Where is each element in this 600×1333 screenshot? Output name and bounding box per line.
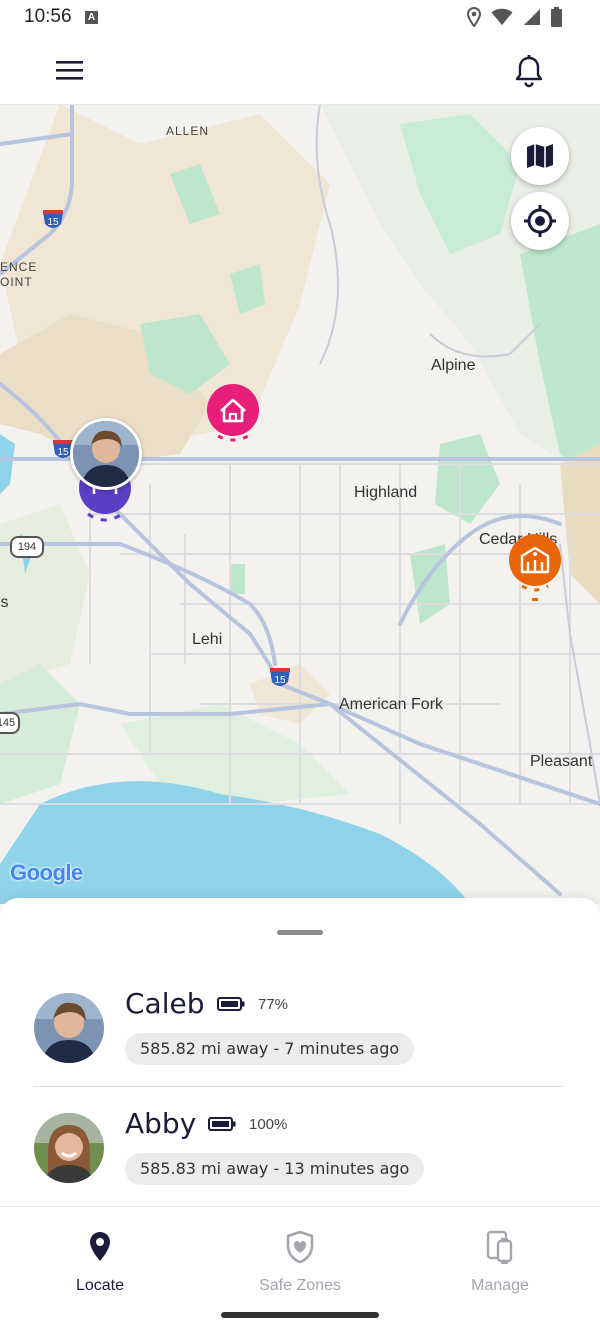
home-icon <box>207 384 259 442</box>
nav-label: Manage <box>471 1277 529 1294</box>
nav-label: Locate <box>75 1277 125 1294</box>
map-label-american-fork: American Fork <box>339 696 444 713</box>
status-time: 10:56 <box>24 6 72 27</box>
battery-icon <box>208 1117 236 1131</box>
location-icon <box>467 7 481 27</box>
i15-shield: 15 <box>270 668 290 686</box>
map-label-oint: OINT <box>0 275 33 289</box>
nav-label: Safe Zones <box>259 1277 341 1294</box>
hamburger-menu-icon <box>56 61 83 80</box>
school-zone-pin[interactable] <box>508 532 564 604</box>
battery-icon <box>551 7 562 27</box>
i15-shield-label: 15 <box>274 675 286 686</box>
sheet-drag-handle[interactable] <box>277 930 323 935</box>
bell-icon <box>515 55 543 88</box>
gesture-home-indicator[interactable] <box>221 1312 379 1318</box>
map-label-ence: ENCE <box>0 260 38 274</box>
i15-shield-label: 15 <box>57 447 69 458</box>
location-status-pill: 585.82 mi away - 7 minutes ago <box>125 1033 415 1065</box>
divider <box>34 1086 564 1087</box>
battery-percent: 100% <box>249 1116 288 1133</box>
map-label-highland: Highland <box>354 484 418 501</box>
people-bottom-sheet: Caleb 77% 585.82 mi away - 7 minutes ago… <box>0 898 600 1208</box>
crosshair-icon <box>524 205 556 237</box>
wifi-icon <box>491 8 513 26</box>
devices-icon <box>486 1230 513 1264</box>
status-icons <box>467 6 562 28</box>
map-label-ls: ls <box>0 594 9 611</box>
avatar <box>34 993 104 1063</box>
i15-shield: 15 <box>43 210 63 228</box>
home-zone-pin[interactable] <box>206 384 262 450</box>
map-type-button[interactable] <box>511 127 569 185</box>
person-card-caleb[interactable]: Caleb 77% 585.82 mi away - 7 minutes ago <box>34 987 566 1093</box>
location-status-pill: 585.83 mi away - 13 minutes ago <box>125 1153 425 1185</box>
person-card-abby[interactable]: Abby 100% 585.83 mi away - 13 minutes ag… <box>34 1107 566 1213</box>
person-name: Abby <box>125 1107 197 1140</box>
shield-heart-icon <box>286 1230 314 1264</box>
map-label-lehi: Lehi <box>192 631 223 648</box>
google-attribution: Google <box>10 860 83 886</box>
location-pin-icon <box>90 1232 110 1261</box>
map-label-pleasant: Pleasant <box>530 753 593 770</box>
school-icon <box>509 534 561 601</box>
route-145-shield: 145 <box>0 712 20 734</box>
battery-percent: 77% <box>258 996 289 1013</box>
i15-shield-label: 15 <box>47 217 59 228</box>
abby-photo <box>34 1113 104 1183</box>
app-header <box>0 36 600 105</box>
avatar <box>34 1113 104 1183</box>
nav-locate[interactable]: Locate <box>0 1207 200 1307</box>
caleb-photo <box>73 421 139 487</box>
signal-icon <box>524 9 540 25</box>
google-attribution-text: Google <box>10 860 83 885</box>
nav-safe-zones[interactable]: Safe Zones <box>200 1207 400 1307</box>
notifications-button[interactable] <box>513 54 545 88</box>
map-label-allen: ALLEN <box>166 124 210 138</box>
notification-badge-icon: A <box>85 11 98 24</box>
battery-icon <box>217 997 245 1011</box>
route-194-shield: 194 <box>10 536 44 558</box>
nav-manage[interactable]: Manage <box>400 1207 600 1307</box>
status-bar: 10:56 A <box>0 0 600 36</box>
person-name: Caleb <box>125 987 205 1020</box>
recenter-button[interactable] <box>511 192 569 250</box>
caleb-photo <box>34 993 104 1063</box>
menu-button[interactable] <box>55 58 85 82</box>
caleb-avatar-pin[interactable] <box>70 418 142 490</box>
map-icon <box>527 144 553 168</box>
map-label-alpine: Alpine <box>431 357 476 374</box>
map-view[interactable]: 15 15 15 194 145 ALLEN ENCE OINT Alpine … <box>0 104 600 904</box>
